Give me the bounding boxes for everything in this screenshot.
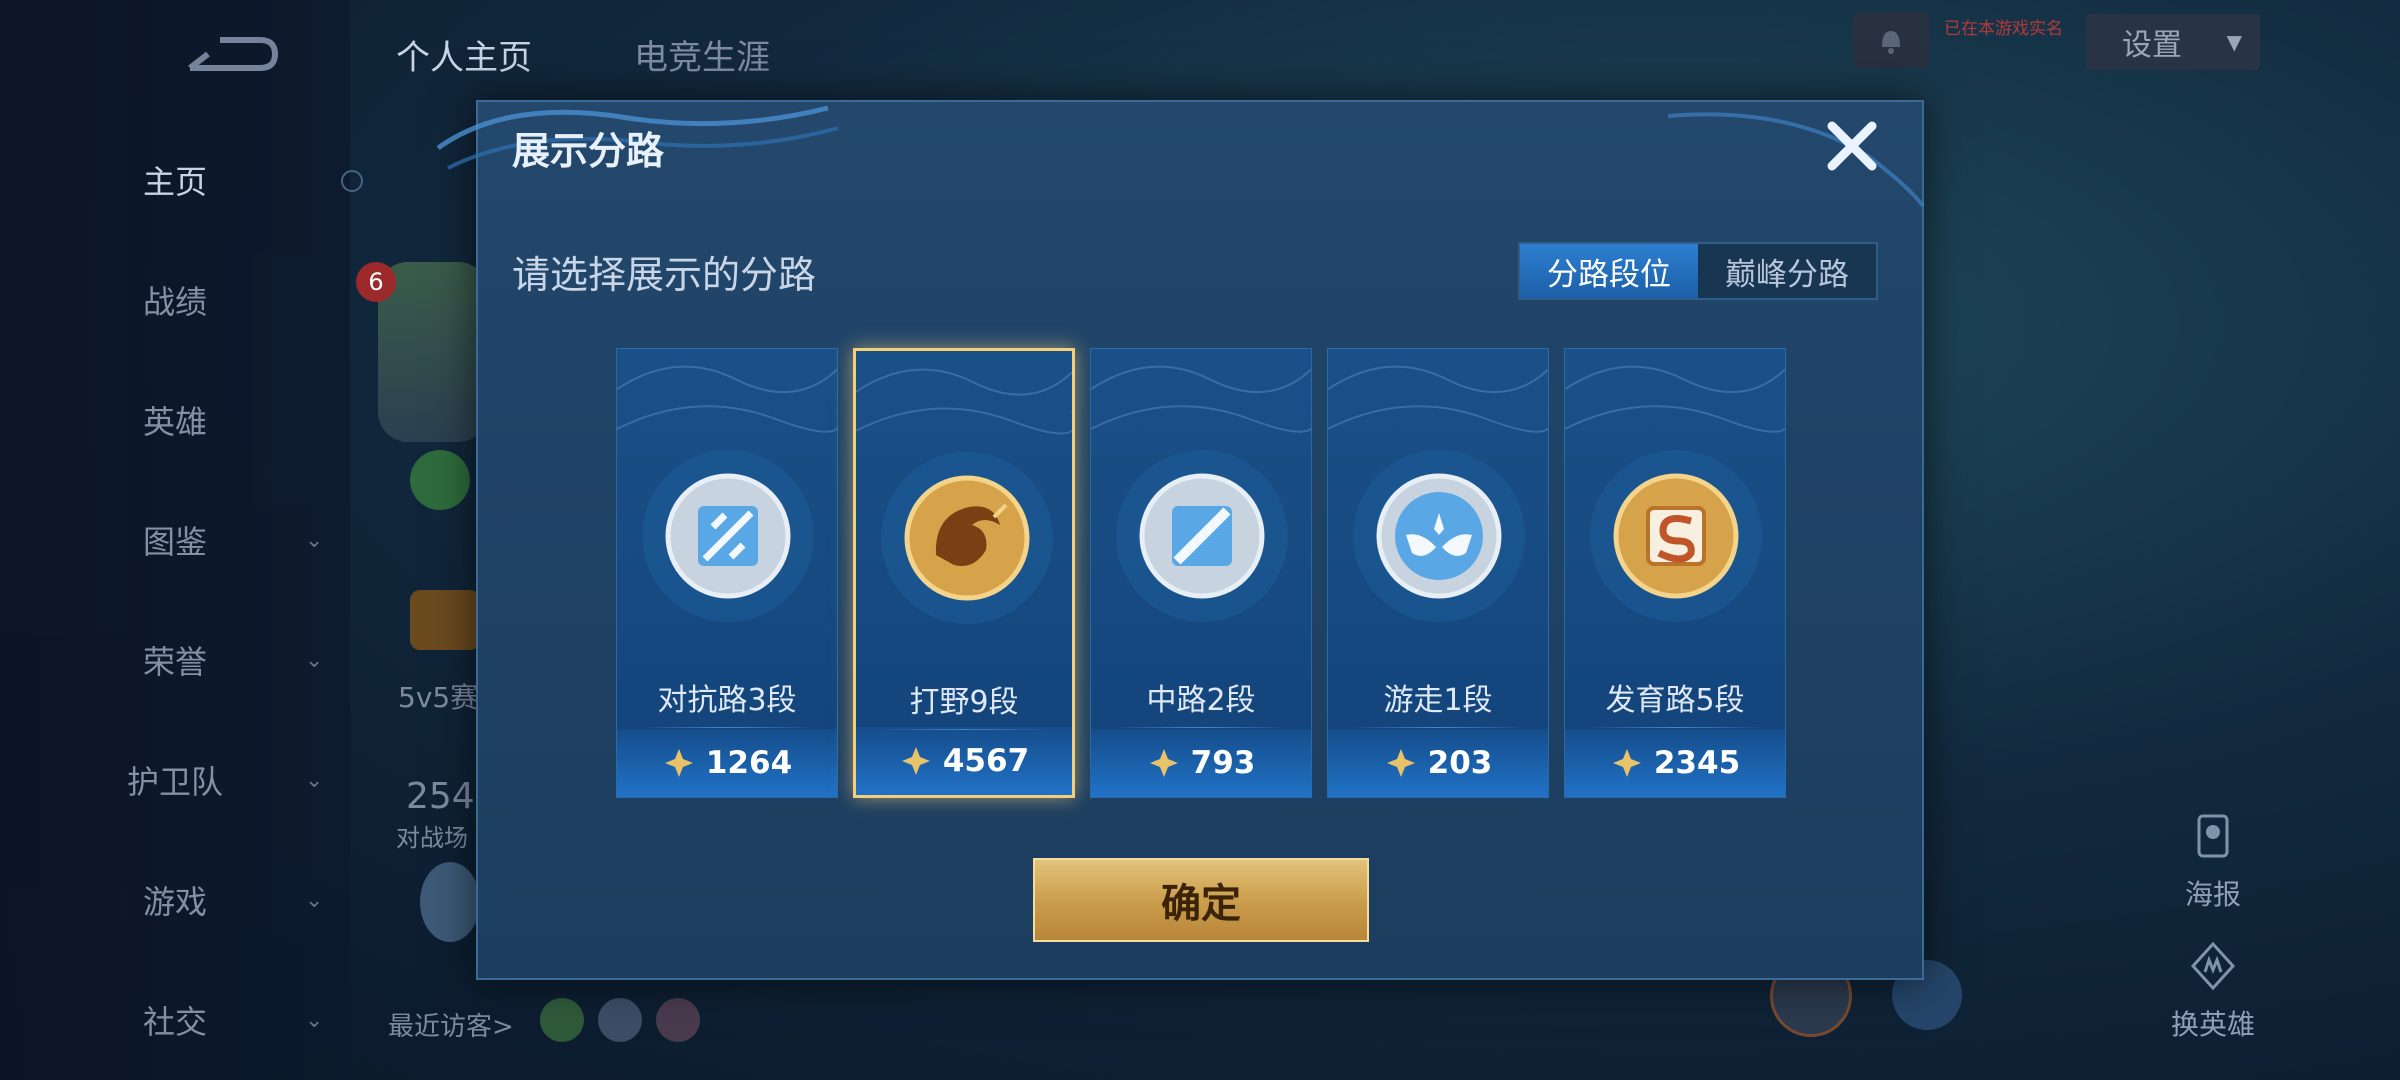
roam-wings-emblem-icon (1353, 450, 1525, 622)
toggle-peak-lane[interactable]: 巅峰分路 (1698, 244, 1876, 298)
visitor-avatar[interactable] (540, 998, 584, 1042)
lane-score: 203 (1427, 745, 1493, 781)
settings-label: 设置 (2122, 28, 2182, 63)
sidebar-item-games[interactable]: 游戏 ⌄ (0, 870, 350, 930)
sidebar-item-label: 英雄 (142, 403, 207, 441)
lane-score: 2345 (1653, 745, 1741, 781)
swap-hero-label: 换英雄 (2170, 1008, 2255, 1041)
sidebar-item-guard-team[interactable]: 护卫队 ⌄ (0, 750, 350, 810)
stat-label: 对战场 (396, 824, 468, 852)
lane-score: 1264 (705, 745, 793, 781)
sidebar-item-label: 游戏 (142, 883, 207, 921)
poster-icon (2197, 814, 2229, 858)
back-icon[interactable] (180, 30, 280, 80)
sidebar-item-label: 社交 (142, 1003, 207, 1041)
score-band: 1264 (617, 729, 837, 797)
left-sidebar: 主页 战绩 英雄 图鉴 ⌄ 荣誉 ⌄ 护卫队 ⌄ 游戏 ⌄ 社交 ⌄ (0, 0, 363, 1080)
poster-label: 海报 (2184, 878, 2241, 911)
sidebar-item-label: 护卫队 (126, 763, 223, 801)
divider (637, 727, 817, 728)
lane-card-clash[interactable]: 对抗路3段 1264 (616, 348, 838, 798)
mode-text: 5v5赛 (398, 681, 479, 714)
chevron-down-icon: ⌄ (305, 767, 324, 793)
close-icon[interactable] (1822, 116, 1882, 176)
lane-card-mid[interactable]: 中路2段 793 (1090, 348, 1312, 798)
lane-label: 中路2段 (1146, 683, 1256, 718)
stat-number: 254 (406, 776, 475, 817)
score-band: 2345 (1565, 729, 1785, 797)
score-band: 4567 (856, 727, 1072, 795)
score-icon (1612, 749, 1641, 777)
sidebar-item-label: 荣誉 (142, 643, 207, 681)
score-icon (1386, 749, 1415, 777)
sidebar-item-label: 图鉴 (142, 523, 207, 561)
lane-label: 游走1段 (1383, 683, 1493, 718)
recent-visitors-link[interactable]: 最近访客> (388, 1006, 514, 1043)
chevron-down-icon: ⌄ (305, 1007, 324, 1033)
tab-esports-career[interactable]: 电竞生涯 (634, 30, 770, 79)
lane-label: 对抗路3段 (657, 683, 797, 718)
jungle-dragon-emblem-icon (881, 452, 1053, 624)
score-icon (664, 749, 693, 777)
dialog-subtitle: 请选择展示的分路 (512, 253, 817, 297)
chevron-down-icon: ▼ (2226, 30, 2242, 54)
mid-lane-emblem-icon (1116, 450, 1288, 622)
score-icon (1149, 749, 1178, 777)
chevron-down-icon: ⌄ (305, 527, 324, 553)
farm-lane-emblem-icon (1590, 450, 1762, 622)
notification-icon[interactable] (1853, 12, 1929, 68)
decorative-swirl (1668, 112, 1925, 208)
score-band: 203 (1328, 729, 1548, 797)
lane-card-farm[interactable]: 发育路5段 2345 (1564, 348, 1786, 798)
status-icon (410, 450, 470, 510)
rank-emblem-icon (410, 590, 480, 650)
toggle-lane-rank[interactable]: 分路段位 (1520, 244, 1698, 298)
tab-personal-home[interactable]: 个人主页 (396, 30, 532, 79)
notice-text: 已在本游戏实名 (1944, 19, 2063, 39)
lane-card-jungle[interactable]: 打野9段 4567 (853, 348, 1075, 798)
sidebar-item-home[interactable]: 主页 (0, 150, 350, 210)
sidebar-item-label: 主页 (142, 163, 207, 201)
visitor-avatar[interactable] (598, 998, 642, 1042)
lane-score: 793 (1190, 745, 1256, 781)
sidebar-item-heroes[interactable]: 英雄 (0, 390, 350, 450)
poster-button[interactable]: 海报 (2158, 810, 2268, 913)
divider (1111, 727, 1291, 728)
pet-icon (420, 862, 480, 942)
chevron-down-icon: ⌄ (305, 647, 324, 673)
lane-label: 发育路5段 (1605, 683, 1745, 718)
divider (1348, 727, 1528, 728)
lane-mode-toggle: 分路段位 巅峰分路 (1518, 242, 1878, 300)
chevron-down-icon: ⌄ (305, 887, 324, 913)
swap-hero-button[interactable]: 换英雄 (2158, 940, 2268, 1043)
sidebar-item-records[interactable]: 战绩 (0, 270, 350, 330)
sidebar-item-social[interactable]: 社交 ⌄ (0, 990, 350, 1050)
clash-lane-emblem-icon (642, 450, 814, 622)
score-band: 793 (1091, 729, 1311, 797)
level-badge: 6 (356, 262, 396, 302)
lane-card-roam[interactable]: 游走1段 203 (1327, 348, 1549, 798)
visitor-avatar[interactable] (656, 998, 700, 1042)
confirm-button[interactable]: 确定 (1033, 858, 1369, 942)
score-icon (901, 747, 930, 775)
lane-score: 4567 (942, 743, 1030, 779)
dialog-title: 展示分路 (512, 129, 665, 173)
sidebar-item-label: 战绩 (142, 283, 207, 321)
sidebar-item-honor[interactable]: 荣誉 ⌄ (0, 630, 350, 690)
lane-label: 打野9段 (909, 685, 1019, 720)
settings-button[interactable]: 设置 ▼ (2086, 14, 2260, 70)
sidebar-item-catalog[interactable]: 图鉴 ⌄ (0, 510, 350, 570)
lane-display-dialog: 展示分路 请选择展示的分路 分路段位 巅峰分路 对抗路3段 1264 打野9段 … (436, 100, 1925, 980)
swap-hero-icon (2190, 941, 2236, 991)
divider (1585, 727, 1765, 728)
